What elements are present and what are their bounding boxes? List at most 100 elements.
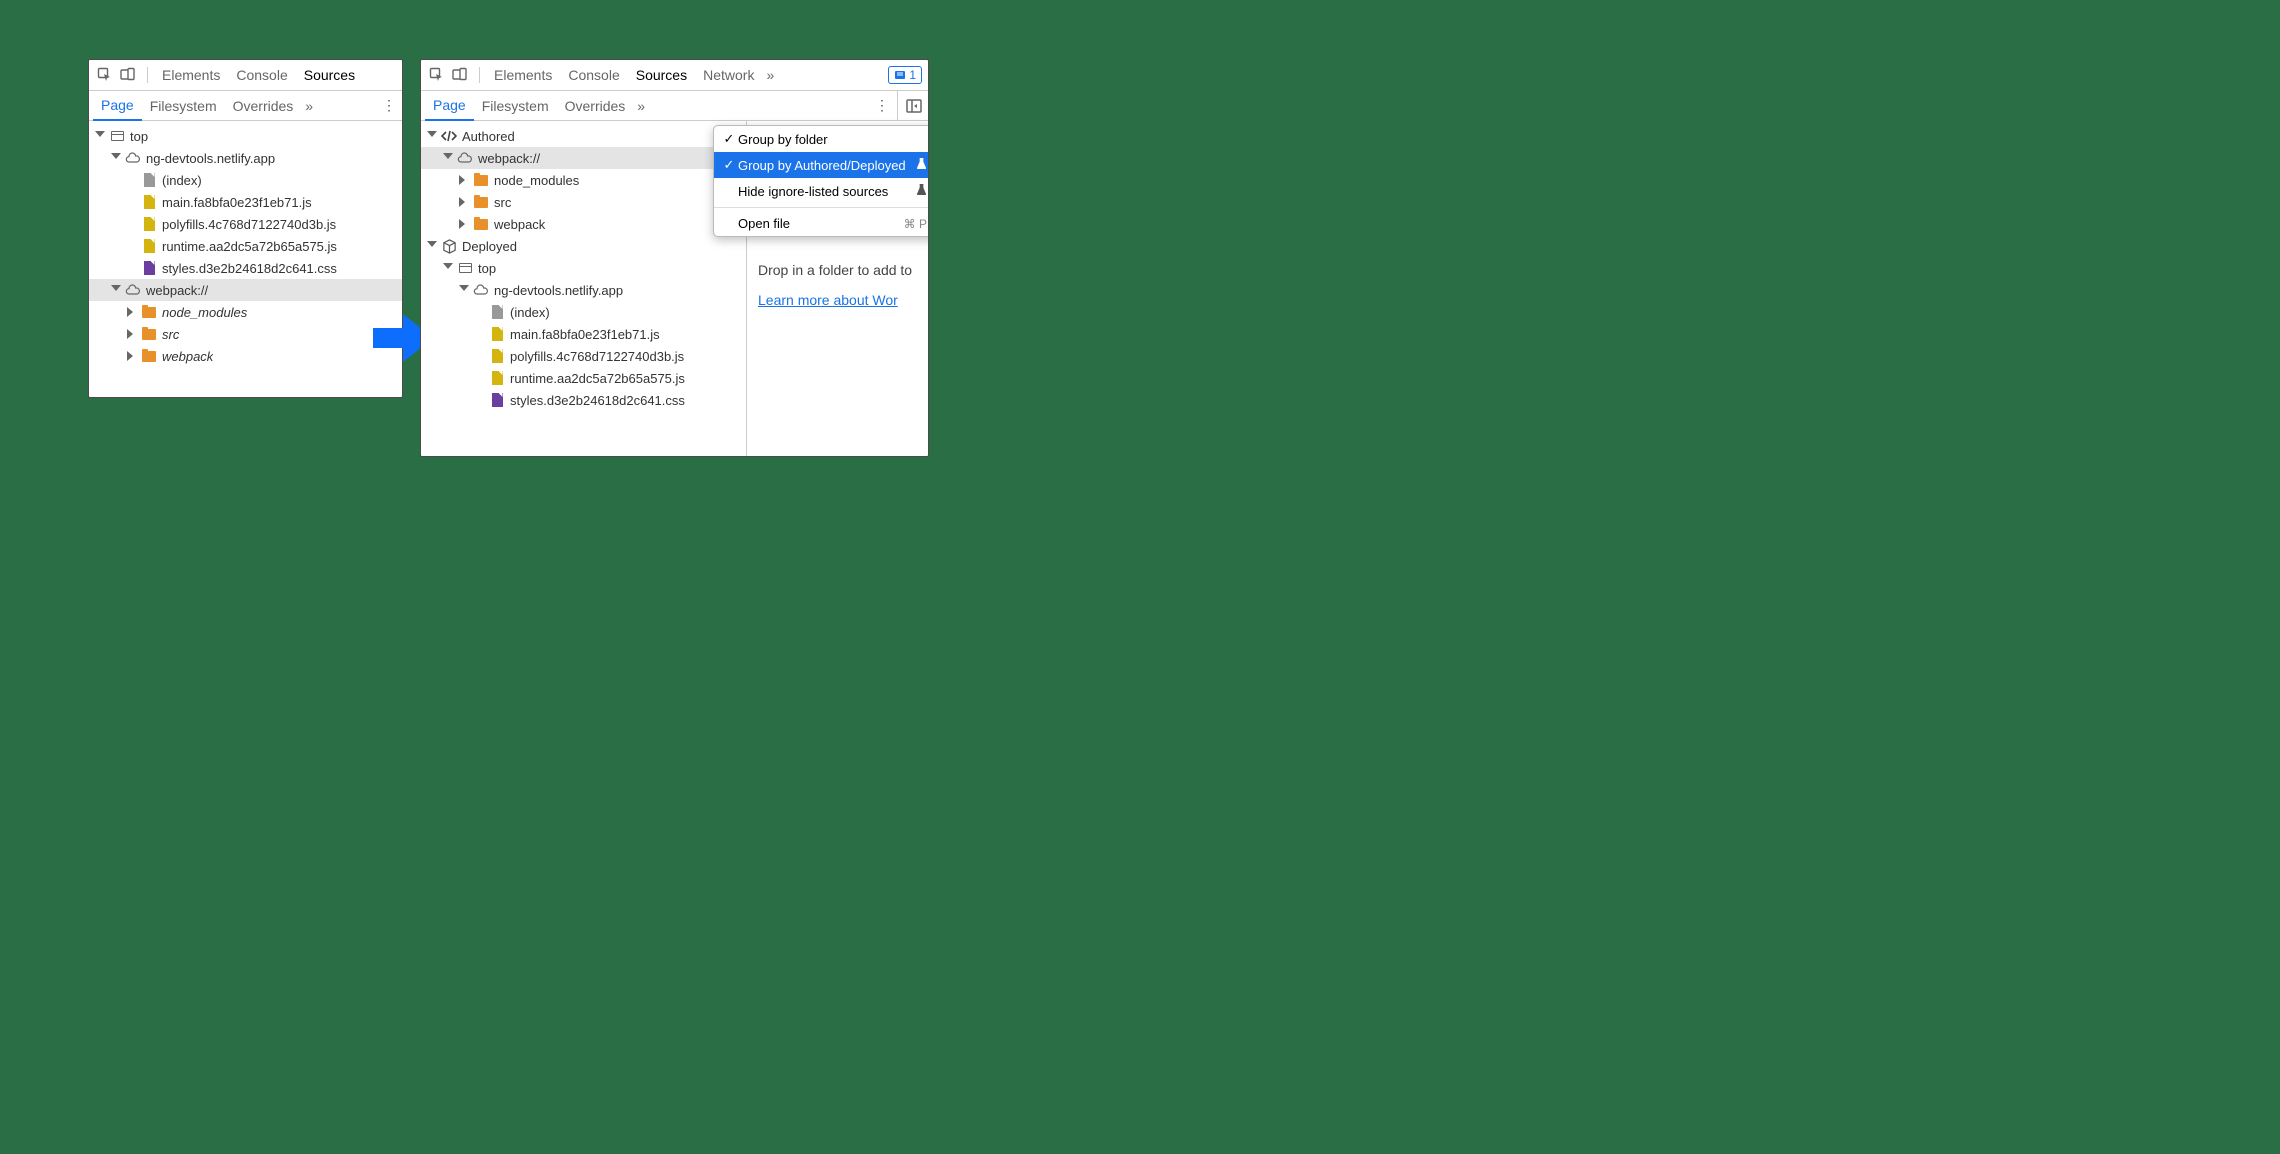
inspect-icon[interactable]: [427, 65, 447, 85]
tree-node-file[interactable]: polyfills.4c768d7122740d3b.js: [421, 345, 746, 367]
tree-label: ng-devtools.netlify.app: [146, 151, 275, 166]
tree-node-folder[interactable]: node_modules: [421, 169, 746, 191]
subtab-overrides[interactable]: Overrides: [225, 92, 302, 120]
tree-label: polyfills.4c768d7122740d3b.js: [510, 349, 684, 364]
tree-label: top: [478, 261, 496, 276]
tree-node-webpack[interactable]: webpack://: [89, 279, 402, 301]
tree-node-folder[interactable]: src: [89, 323, 402, 345]
tab-sources[interactable]: Sources: [296, 60, 363, 91]
tree-node-file[interactable]: main.fa8bfa0e23f1eb71.js: [421, 323, 746, 345]
menu-separator: [714, 207, 929, 208]
tree-node-folder[interactable]: src: [421, 191, 746, 213]
menu-open-file[interactable]: Open file ⌘ P: [714, 211, 929, 236]
subtab-filesystem[interactable]: Filesystem: [474, 92, 557, 120]
check-icon: ✓: [722, 131, 736, 147]
main-toolbar: Elements Console Sources: [89, 60, 402, 91]
tree-node-file[interactable]: (index): [89, 169, 402, 191]
issues-badge[interactable]: 1: [888, 66, 922, 84]
menu-label: Group by Authored/Deployed: [738, 158, 916, 173]
tree-label: runtime.aa2dc5a72b65a575.js: [162, 239, 337, 254]
issues-count: 1: [909, 68, 916, 82]
tree-label: polyfills.4c768d7122740d3b.js: [162, 217, 336, 232]
tree-node-folder[interactable]: node_modules: [89, 301, 402, 323]
tree-label: webpack: [494, 217, 545, 232]
flask-icon: [916, 183, 927, 199]
menu-label: Group by folder: [738, 132, 927, 147]
tree-label: styles.d3e2b24618d2c641.css: [162, 261, 337, 276]
toggle-navigator-icon[interactable]: [904, 99, 924, 113]
more-tabs-icon[interactable]: »: [766, 67, 774, 83]
context-menu: ✓ Group by folder ✓ Group by Authored/De…: [713, 125, 929, 237]
subtab-page[interactable]: Page: [425, 91, 474, 121]
toolbar-divider: [147, 67, 148, 83]
tree-node-folder[interactable]: webpack: [421, 213, 746, 235]
devtools-panel-right: Elements Console Sources Network » 1 Pag…: [420, 59, 929, 457]
tree-label: (index): [162, 173, 202, 188]
tree-label: src: [494, 195, 511, 210]
tree-node-file[interactable]: main.fa8bfa0e23f1eb71.js: [89, 191, 402, 213]
tree-label: webpack://: [478, 151, 540, 166]
tree-node-file[interactable]: runtime.aa2dc5a72b65a575.js: [421, 367, 746, 389]
subtab-filesystem[interactable]: Filesystem: [142, 92, 225, 120]
tree-label: Deployed: [462, 239, 517, 254]
tree-label: ng-devtools.netlify.app: [494, 283, 623, 298]
sources-subtoolbar: Page Filesystem Overrides » ⋮: [89, 91, 402, 121]
more-tabs-icon[interactable]: »: [637, 98, 645, 114]
tab-network[interactable]: Network: [695, 60, 762, 91]
main-toolbar: Elements Console Sources Network » 1: [421, 60, 928, 91]
drop-hint-text: Drop in a folder to add to: [758, 262, 918, 278]
devtools-panel-left: Elements Console Sources Page Filesystem…: [88, 59, 403, 398]
more-tabs-icon[interactable]: »: [305, 98, 313, 114]
tree-label: runtime.aa2dc5a72b65a575.js: [510, 371, 685, 386]
tree-label: webpack://: [146, 283, 208, 298]
tree-label: main.fa8bfa0e23f1eb71.js: [162, 195, 312, 210]
tree-label: main.fa8bfa0e23f1eb71.js: [510, 327, 660, 342]
tab-elements[interactable]: Elements: [154, 60, 228, 91]
tree-label: src: [162, 327, 179, 342]
tree-node-file[interactable]: styles.d3e2b24618d2c641.css: [421, 389, 746, 411]
tree-node-file[interactable]: styles.d3e2b24618d2c641.css: [89, 257, 402, 279]
tab-elements[interactable]: Elements: [486, 60, 560, 91]
tree-label: node_modules: [494, 173, 579, 188]
tree-node-deployed[interactable]: Deployed: [421, 235, 746, 257]
menu-label: Open file: [738, 216, 904, 231]
tree-node-top[interactable]: top: [89, 125, 402, 147]
menu-group-by-folder[interactable]: ✓ Group by folder: [714, 126, 929, 152]
tab-console[interactable]: Console: [228, 60, 295, 91]
flask-icon: [916, 157, 927, 173]
check-icon: ✓: [722, 157, 736, 173]
file-tree-left: top ng-devtools.netlify.app (index) main…: [89, 121, 402, 371]
tree-node-top[interactable]: top: [421, 257, 746, 279]
sources-subtoolbar: Page Filesystem Overrides » ⋮: [421, 91, 928, 121]
kebab-menu-icon[interactable]: ⋮: [380, 97, 398, 114]
tree-node-folder[interactable]: webpack: [89, 345, 402, 367]
toolbar-divider: [479, 67, 480, 83]
tree-node-file[interactable]: runtime.aa2dc5a72b65a575.js: [89, 235, 402, 257]
inspect-icon[interactable]: [95, 65, 115, 85]
tree-node-file[interactable]: polyfills.4c768d7122740d3b.js: [89, 213, 402, 235]
tree-node-authored[interactable]: Authored: [421, 125, 746, 147]
subtab-overrides[interactable]: Overrides: [557, 92, 634, 120]
tree-label: webpack: [162, 349, 213, 364]
tab-sources[interactable]: Sources: [628, 60, 695, 91]
tree-node-domain[interactable]: ng-devtools.netlify.app: [421, 279, 746, 301]
learn-more-link[interactable]: Learn more about Wor: [758, 292, 898, 308]
tab-console[interactable]: Console: [560, 60, 627, 91]
file-tree-right: Authored webpack:// node_modules src web…: [421, 121, 747, 457]
tree-label: styles.d3e2b24618d2c641.css: [510, 393, 685, 408]
tree-label: (index): [510, 305, 550, 320]
device-icon[interactable]: [118, 65, 138, 85]
menu-shortcut: ⌘ P: [904, 217, 927, 231]
tree-label: node_modules: [162, 305, 247, 320]
tree-label: Authored: [462, 129, 515, 144]
tree-node-domain[interactable]: ng-devtools.netlify.app: [89, 147, 402, 169]
menu-label: Hide ignore-listed sources: [738, 184, 916, 199]
device-icon[interactable]: [450, 65, 470, 85]
subtab-page[interactable]: Page: [93, 91, 142, 121]
tree-label: top: [130, 129, 148, 144]
tree-node-file[interactable]: (index): [421, 301, 746, 323]
menu-hide-ignored[interactable]: Hide ignore-listed sources: [714, 178, 929, 204]
menu-group-by-authored[interactable]: ✓ Group by Authored/Deployed: [714, 152, 929, 178]
kebab-menu-icon[interactable]: ⋮: [873, 97, 891, 114]
tree-node-webpack[interactable]: webpack://: [421, 147, 746, 169]
